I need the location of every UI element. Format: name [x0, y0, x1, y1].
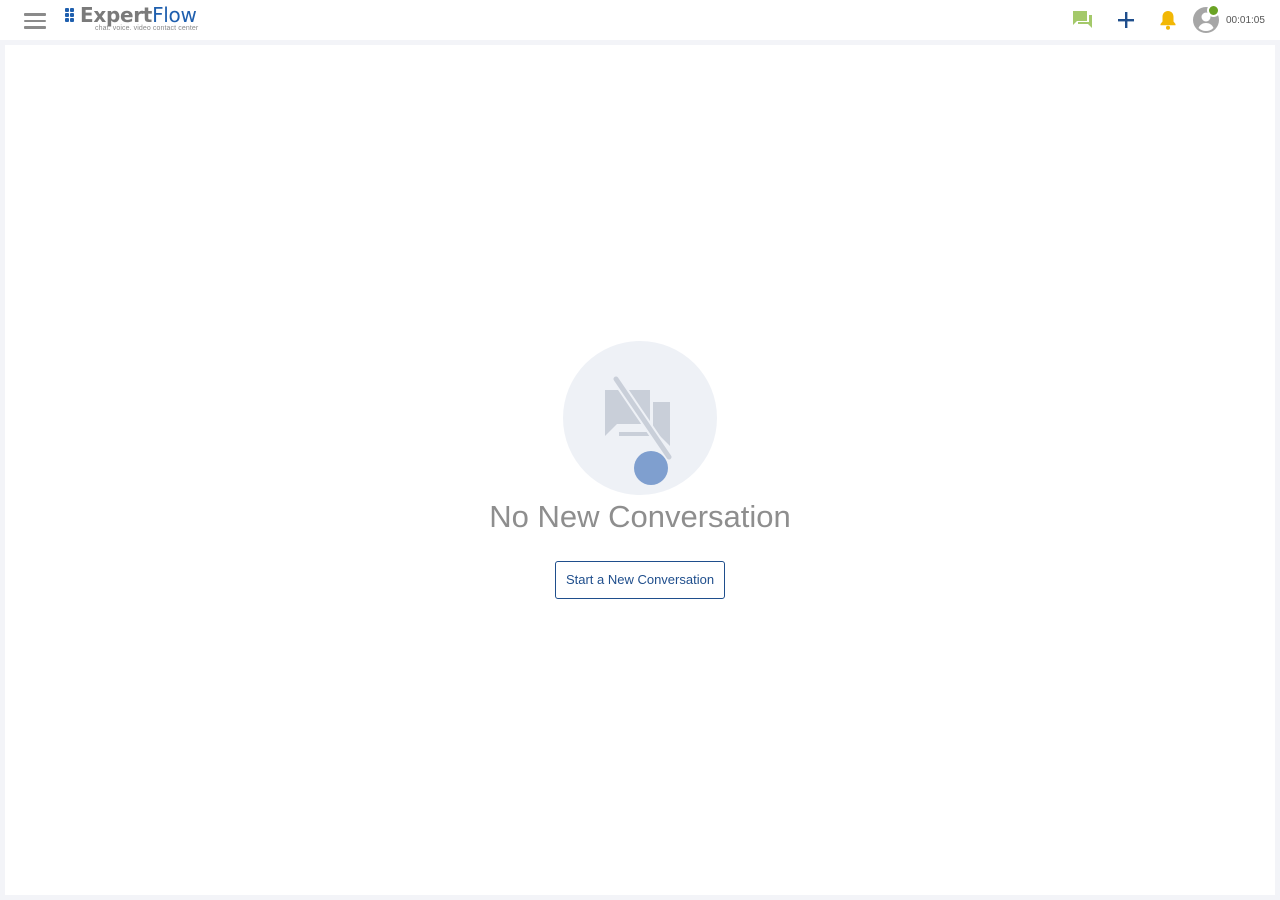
start-new-conversation-button[interactable]: Start a New Conversation	[555, 561, 725, 599]
session-timer: 00:01:05	[1226, 15, 1265, 26]
logo-name-flow: Flow	[152, 3, 197, 27]
notification-bell-icon[interactable]	[1156, 8, 1180, 32]
logo-tagline: chat. voice. video contact center	[95, 25, 199, 32]
empty-state-title: No New Conversation	[489, 499, 791, 534]
add-icon[interactable]	[1114, 8, 1138, 32]
menu-icon[interactable]	[24, 12, 46, 30]
no-conversation-icon	[563, 341, 717, 495]
main-content: No New Conversation Start a New Conversa…	[5, 45, 1275, 895]
logo-text: ExpertFlow	[80, 4, 197, 26]
logo-dots-icon	[65, 8, 79, 22]
logo-name-expert: Expert	[80, 3, 153, 27]
agent-status-indicator	[1207, 4, 1220, 17]
expertflow-logo[interactable]: ExpertFlow chat. voice. video contact ce…	[64, 4, 204, 36]
top-bar: ExpertFlow chat. voice. video contact ce…	[0, 0, 1280, 40]
conversations-icon[interactable]	[1071, 8, 1095, 32]
